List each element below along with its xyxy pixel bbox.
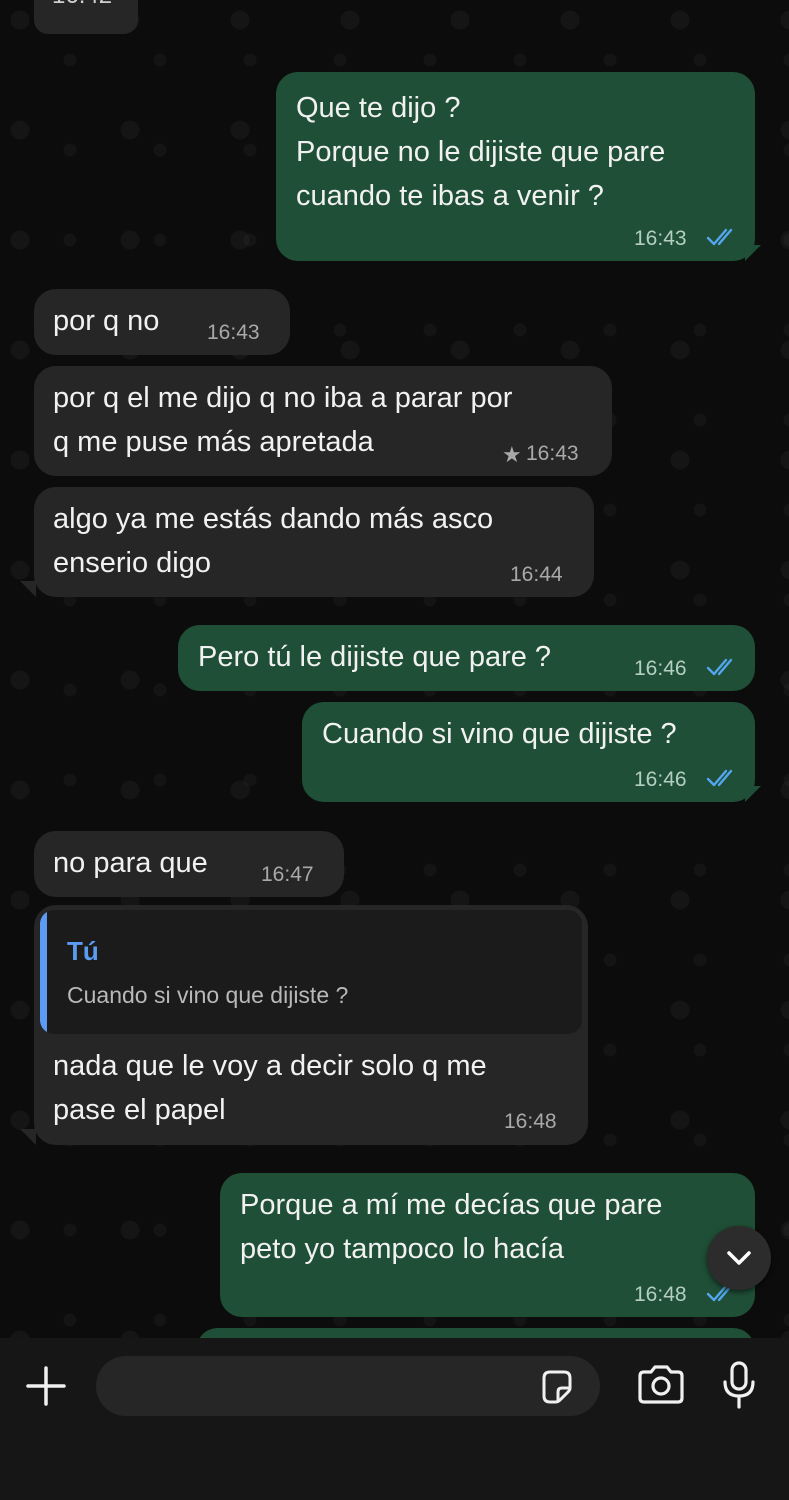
- quoted-message[interactable]: Tú Cuando si vino que dijiste ?: [40, 910, 582, 1034]
- message-text: Porque no le dijiste que pare: [296, 136, 666, 168]
- message-outgoing[interactable]: Pero tú le dijiste que pare ? 16:46: [178, 625, 755, 691]
- star-icon: ★: [502, 442, 522, 467]
- bubble-tail: [745, 786, 761, 802]
- message-time: 16:43: [634, 227, 687, 250]
- message-time: 16:46: [634, 768, 687, 791]
- message-input[interactable]: [96, 1356, 600, 1416]
- message-text: por q el me dijo q no iba a parar por: [53, 382, 513, 414]
- message-text: algo ya me estás dando más asco: [53, 503, 494, 535]
- bubble-tail: [20, 581, 36, 597]
- message-text: peto yo tampoco lo hacía: [240, 1233, 565, 1265]
- sticker-icon[interactable]: [538, 1368, 576, 1406]
- message-outgoing[interactable]: Porque a mí me decías que pare peto yo t…: [220, 1173, 755, 1317]
- bubble-tail: [20, 1129, 36, 1145]
- message-text: por q no: [53, 305, 160, 337]
- bubble-tail: [745, 245, 761, 261]
- chevron-down-icon: [727, 1251, 751, 1265]
- double-check-icon: [706, 658, 733, 676]
- message-time: 16:48: [634, 1283, 687, 1306]
- message-text: enserio digo: [53, 547, 211, 579]
- microphone-icon[interactable]: [720, 1360, 758, 1412]
- message-text: Que te dijo ?: [296, 92, 461, 124]
- camera-icon[interactable]: [636, 1364, 686, 1406]
- message-time: 16:48: [504, 1110, 557, 1133]
- double-check-icon: [706, 228, 733, 246]
- message-time: 16:44: [510, 563, 563, 586]
- message-incoming[interactable]: por q el me dijo q no iba a parar por q …: [34, 366, 612, 476]
- chip-time: 16:42: [52, 0, 112, 10]
- scroll-down-button[interactable]: [707, 1226, 771, 1290]
- message-text: Porque a mí me decías que pare: [240, 1189, 663, 1221]
- message-text: pase el papel: [53, 1094, 226, 1126]
- message-text: Pero tú le dijiste que pare ?: [198, 641, 552, 673]
- message-outgoing[interactable]: [196, 1328, 755, 1338]
- message-text: cuando te ibas a venir ?: [296, 180, 604, 212]
- message-incoming[interactable]: algo ya me estás dando más asco enserio …: [34, 487, 594, 597]
- plus-icon[interactable]: [26, 1366, 66, 1406]
- message-time: 16:46: [634, 657, 687, 680]
- message-outgoing[interactable]: Que te dijo ? Porque no le dijiste que p…: [276, 72, 755, 261]
- message-text: no para que: [53, 847, 208, 879]
- message-text: nada que le voy a decir solo q me: [53, 1050, 487, 1082]
- message-text: q me puse más apretada: [53, 426, 374, 458]
- composer-bar: [0, 1338, 789, 1500]
- message-incoming[interactable]: por q no 16:43: [34, 289, 290, 355]
- message-outgoing[interactable]: Cuando si vino que dijiste ? 16:46: [302, 702, 755, 802]
- message-time: 16:43: [207, 321, 260, 344]
- message-time: 16:43: [526, 442, 579, 465]
- chat-area[interactable]: 16:42 Que te dijo ? Porque no le dijiste…: [0, 0, 789, 1338]
- message-time: 16:47: [261, 863, 314, 886]
- quote-author: Tú: [67, 936, 99, 966]
- message-incoming[interactable]: no para que 16:47: [34, 831, 344, 897]
- double-check-icon: [706, 769, 733, 787]
- quote-text: Cuando si vino que dijiste ?: [67, 982, 349, 1008]
- message-text: Cuando si vino que dijiste ?: [322, 718, 677, 750]
- date-chip: 16:42: [34, 0, 138, 34]
- quote-bar: [40, 910, 47, 1034]
